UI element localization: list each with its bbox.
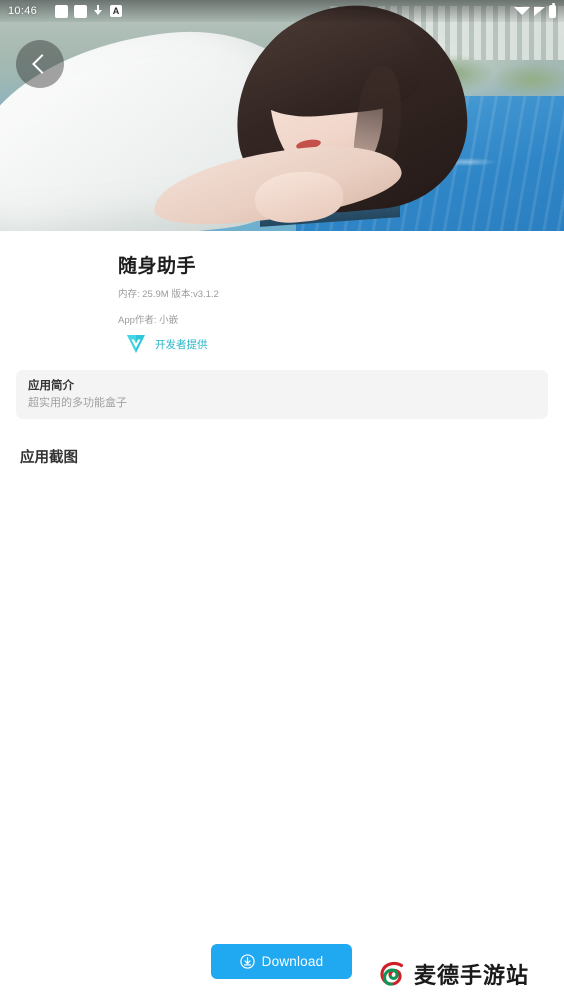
app-author-text: App作者: 小嵌 bbox=[118, 315, 179, 326]
download-button-label: Download bbox=[261, 954, 324, 969]
status-bar: 10:46 A bbox=[0, 0, 564, 22]
back-arrow-icon bbox=[32, 54, 52, 74]
status-bar-left: 10:46 A bbox=[8, 4, 123, 18]
signal-icon bbox=[534, 6, 545, 16]
status-bar-notification-icons: A bbox=[55, 4, 123, 18]
screenshots-heading: 应用截图 bbox=[20, 450, 78, 466]
app-placeholder-icon bbox=[55, 4, 69, 18]
app-placeholder-icon bbox=[74, 4, 88, 18]
site-watermark: 麦德手游站 bbox=[378, 958, 529, 990]
letter-a-icon: A bbox=[110, 5, 123, 17]
hero-image bbox=[0, 0, 564, 231]
app-info-section: 随身助手 内存: 25.9M 版本:v3.1.2 App作者: 小嵌 开发者提供 bbox=[0, 231, 564, 355]
app-description-heading: 应用简介 bbox=[28, 380, 74, 392]
battery-icon bbox=[549, 2, 556, 18]
screenshots-gallery bbox=[0, 475, 564, 915]
verified-diamond-icon bbox=[123, 333, 149, 355]
page-title: 随身助手 bbox=[118, 256, 197, 277]
app-detail-page: 10:46 A 随身助手 内存: 25.9M 版本:v3.1.2 App作者: … bbox=[0, 0, 564, 1004]
developer-badge-label: 开发者提供 bbox=[155, 338, 208, 351]
download-circle-icon bbox=[240, 954, 255, 969]
app-meta-text: 内存: 25.9M 版本:v3.1.2 bbox=[118, 289, 219, 300]
hero-banner bbox=[0, 0, 564, 231]
status-bar-right bbox=[514, 2, 556, 18]
spiral-logo-icon bbox=[378, 960, 406, 988]
back-button[interactable] bbox=[16, 40, 64, 88]
app-description-text: 超实用的多功能盒子 bbox=[28, 397, 127, 409]
site-watermark-text: 麦德手游站 bbox=[414, 963, 530, 988]
developer-badge[interactable]: 开发者提供 bbox=[123, 333, 208, 355]
download-button[interactable]: Download bbox=[211, 944, 352, 979]
wifi-icon bbox=[514, 7, 530, 15]
status-bar-clock: 10:46 bbox=[8, 5, 38, 17]
download-icon bbox=[93, 5, 104, 17]
app-description-card: 应用简介 超实用的多功能盒子 bbox=[16, 370, 548, 419]
